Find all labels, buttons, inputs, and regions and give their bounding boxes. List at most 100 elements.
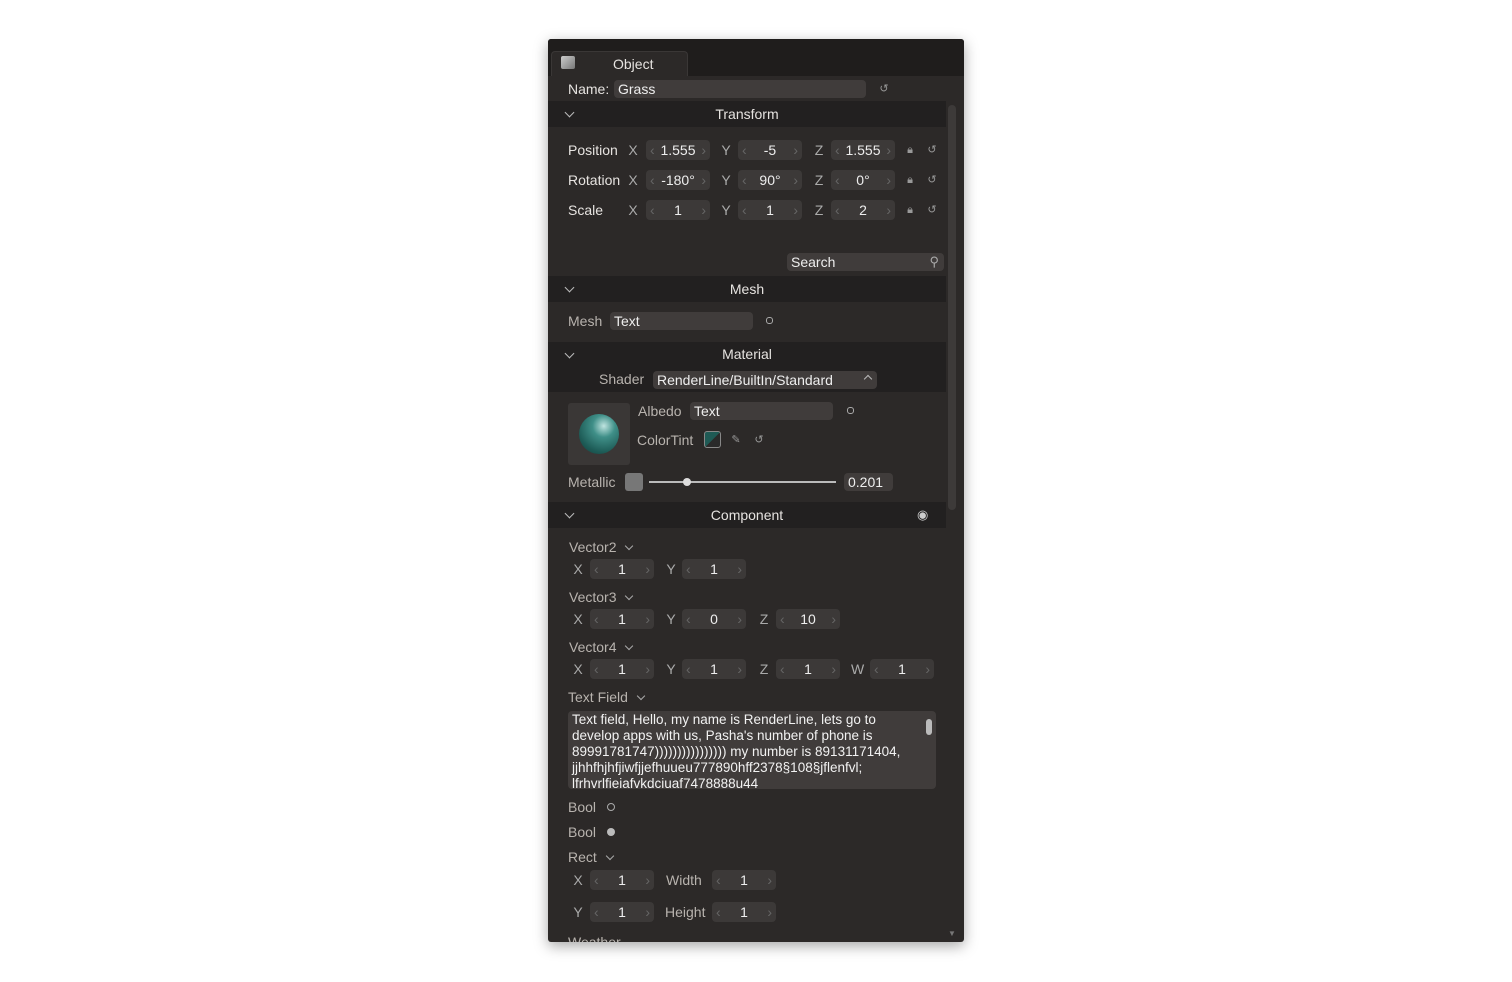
material-title: Material xyxy=(722,346,772,362)
colortint-swatch[interactable] xyxy=(704,431,721,448)
sphere-preview xyxy=(579,414,619,454)
rect-x-stepper[interactable]: 1 xyxy=(590,870,654,890)
chevron-down-icon[interactable] xyxy=(605,851,615,861)
slider-thumb[interactable] xyxy=(682,478,691,486)
bool2-toggle[interactable] xyxy=(607,828,615,836)
chevron-up-icon xyxy=(863,374,873,384)
cube-icon xyxy=(561,56,575,69)
mesh-header[interactable]: Mesh xyxy=(548,276,946,302)
rotation-x-stepper[interactable]: -180° xyxy=(646,170,710,190)
metallic-slider[interactable] xyxy=(649,478,836,486)
tab-label: Object xyxy=(613,56,654,72)
position-x-stepper[interactable]: 1.555 xyxy=(646,140,710,160)
inspector-panel: Object Name: Grass ↺ ▼ Transform Search ⚲… xyxy=(548,39,964,942)
transform-row-label: Rotation xyxy=(568,172,621,188)
scale-x-stepper[interactable]: 1 xyxy=(646,200,710,220)
material-header[interactable]: Material xyxy=(548,342,946,366)
texture-picker-icon[interactable] xyxy=(847,407,854,414)
axis-label: Y xyxy=(721,142,731,158)
vector2-label: Vector2 xyxy=(569,537,634,557)
reset-icon[interactable]: ↺ xyxy=(924,202,940,218)
search-placeholder: Search xyxy=(791,254,836,270)
transform-header[interactable]: Transform xyxy=(548,101,946,127)
reset-icon[interactable]: ↺ xyxy=(876,81,892,97)
rect-label-text: Rect xyxy=(568,849,597,865)
text-area-scrollbar[interactable] xyxy=(926,719,932,735)
vector4-w-stepper[interactable]: 1 xyxy=(870,659,934,679)
axis-label: Z xyxy=(814,172,824,188)
transform-title: Transform xyxy=(715,106,779,122)
vector4-z-stepper[interactable]: 1 xyxy=(776,659,840,679)
lock-icon[interactable]: 🔒︎ xyxy=(902,172,918,188)
reset-icon[interactable]: ↺ xyxy=(924,142,940,158)
vector2-x-stepper[interactable]: 1 xyxy=(590,559,654,579)
chevron-down-icon[interactable] xyxy=(625,641,634,651)
vector4-label-text: Vector4 xyxy=(569,639,617,655)
position-z-stepper[interactable]: 1.555 xyxy=(831,140,895,160)
vector3-y-stepper[interactable]: 0 xyxy=(682,609,746,629)
shader-value: RenderLine/BuiltIn/Standard xyxy=(657,372,833,388)
chevron-down-icon xyxy=(564,282,575,293)
chevron-down-icon[interactable] xyxy=(625,541,634,551)
axis-label: X xyxy=(628,202,638,218)
mesh-input[interactable]: Text xyxy=(610,312,753,330)
scale-z-stepper[interactable]: 2 xyxy=(831,200,895,220)
axis-label: X xyxy=(573,611,583,627)
name-label: Name: xyxy=(568,81,610,97)
search-icon: ⚲ xyxy=(929,254,939,269)
scrollbar[interactable] xyxy=(948,105,956,510)
axis-label: Y xyxy=(721,172,731,188)
chevron-down-icon xyxy=(564,107,575,118)
material-preview xyxy=(568,403,630,465)
bool1-toggle[interactable] xyxy=(607,803,615,811)
scale-y-stepper[interactable]: 1 xyxy=(738,200,802,220)
rotation-y-stepper[interactable]: 90° xyxy=(738,170,802,190)
vector2-y-stepper[interactable]: 1 xyxy=(682,559,746,579)
axis-label: W xyxy=(851,661,865,677)
vector4-y-stepper[interactable]: 1 xyxy=(682,659,746,679)
axis-label: Z xyxy=(814,202,824,218)
shader-dropdown[interactable]: RenderLine/BuiltIn/Standard xyxy=(653,371,877,389)
axis-label: Z xyxy=(759,661,769,677)
axis-label: X xyxy=(628,142,638,158)
vector3-z-stepper[interactable]: 10 xyxy=(776,609,840,629)
vector4-label: Vector4 xyxy=(569,637,634,657)
rotation-z-stepper[interactable]: 0° xyxy=(831,170,895,190)
albedo-input[interactable]: Text xyxy=(690,402,833,420)
vector2-label-text: Vector2 xyxy=(569,539,617,555)
name-input[interactable]: Grass xyxy=(614,80,866,98)
axis-label: Y xyxy=(721,202,731,218)
object-picker-icon[interactable] xyxy=(766,317,773,324)
bool2-label: Bool xyxy=(568,824,597,840)
weather-label: Weather xyxy=(568,934,621,942)
search-input[interactable]: Search ⚲ xyxy=(787,253,944,271)
textfield-label-text: Text Field xyxy=(568,689,628,705)
chevron-down-icon[interactable] xyxy=(625,591,634,601)
rect-height-stepper[interactable]: 1 xyxy=(712,902,776,922)
chevron-down-icon[interactable] xyxy=(636,691,646,701)
axis-label: Y xyxy=(666,561,676,577)
vector3-x-stepper[interactable]: 1 xyxy=(590,609,654,629)
lock-icon[interactable]: 🔒︎ xyxy=(902,202,918,218)
vector4-x-stepper[interactable]: 1 xyxy=(590,659,654,679)
reset-icon[interactable]: ↺ xyxy=(751,432,767,448)
axis-label: Y xyxy=(573,904,583,920)
rect-y-stepper[interactable]: 1 xyxy=(590,902,654,922)
eye-icon[interactable]: ◉ xyxy=(917,502,928,528)
mesh-label: Mesh xyxy=(568,313,603,329)
component-header[interactable]: Component ◉ xyxy=(548,502,946,528)
reset-icon[interactable]: ↺ xyxy=(924,172,940,188)
metallic-map-swatch[interactable] xyxy=(625,473,643,491)
textfield-label: Text Field xyxy=(568,687,646,707)
lock-icon[interactable]: 🔒︎ xyxy=(902,142,918,158)
eyedropper-icon[interactable]: ✎ xyxy=(728,432,744,448)
bool1-label: Bool xyxy=(568,799,597,815)
vector3-label-text: Vector3 xyxy=(569,589,617,605)
axis-label: X xyxy=(573,561,583,577)
metallic-value-input[interactable]: 0.201 xyxy=(844,473,893,491)
rect-width-stepper[interactable]: 1 xyxy=(712,870,776,890)
position-y-stepper[interactable]: -5 xyxy=(738,140,802,160)
tab-object[interactable]: Object xyxy=(551,51,688,76)
scrollbar-bottom-arrow[interactable]: ▼ xyxy=(948,929,956,938)
text-area[interactable]: Text field, Hello, my name is RenderLine… xyxy=(568,711,936,789)
